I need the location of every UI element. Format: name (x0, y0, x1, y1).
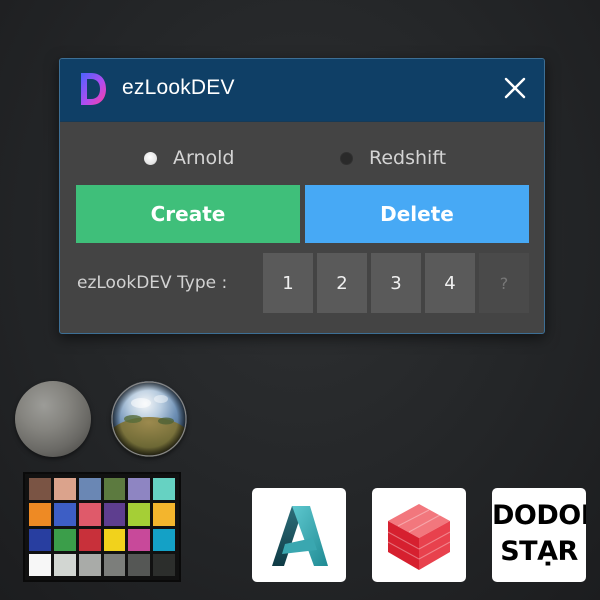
type-button-3[interactable]: 3 (371, 253, 421, 313)
color-patch (29, 528, 51, 551)
title-bar[interactable]: ezLookDEV (60, 59, 544, 122)
color-patch (29, 553, 51, 576)
help-button[interactable]: ? (479, 253, 529, 313)
type-button-2[interactable]: 2 (317, 253, 367, 313)
delete-button[interactable]: Delete (305, 185, 529, 243)
color-patch (103, 528, 126, 551)
type-button-1[interactable]: 1 (263, 253, 313, 313)
color-patch (128, 553, 151, 576)
gray-ball-icon (15, 381, 91, 457)
color-patch (128, 528, 151, 551)
color-patch (153, 503, 175, 526)
redshift-logo-icon (372, 488, 466, 582)
radio-arnold[interactable]: Arnold (144, 147, 234, 169)
type-label: ezLookDEV Type : (77, 273, 228, 293)
dodoe-logo-line1: DODOE (492, 500, 586, 531)
color-patch (103, 503, 126, 526)
color-patch (78, 503, 101, 526)
color-checker-chart (23, 472, 181, 582)
dodoe-logo-line2: STẠR (500, 536, 578, 567)
ezlookdev-window: ezLookDEV Arnold Redshift Create Delete … (59, 58, 545, 334)
color-patch (53, 478, 76, 501)
color-patch (29, 478, 51, 501)
radio-label-redshift: Redshift (369, 147, 447, 169)
radio-indicator-unselected[interactable] (340, 151, 353, 165)
close-icon[interactable] (502, 75, 528, 101)
dodoe-star-logo: DODOE STẠR (492, 488, 586, 582)
window-title: ezLookDEV (122, 76, 235, 99)
color-patch (153, 553, 175, 576)
color-patch (153, 478, 175, 501)
color-patch (128, 503, 151, 526)
type-button-4[interactable]: 4 (425, 253, 475, 313)
color-patch (53, 503, 76, 526)
radio-indicator-selected[interactable] (144, 151, 157, 165)
color-patch (78, 553, 101, 576)
create-button[interactable]: Create (76, 185, 300, 243)
color-patch (53, 528, 76, 551)
chrome-ball-icon (111, 381, 187, 457)
color-patch (128, 478, 151, 501)
radio-redshift[interactable]: Redshift (340, 147, 446, 169)
color-patch (103, 553, 126, 576)
color-patch (78, 528, 101, 551)
radio-label-arnold: Arnold (173, 147, 235, 169)
maya-logo-icon (252, 488, 346, 582)
color-patch (103, 478, 126, 501)
color-patch (78, 478, 101, 501)
app-logo-icon (81, 73, 106, 105)
color-patch (29, 503, 51, 526)
color-patch (53, 553, 76, 576)
color-patch (153, 528, 175, 551)
